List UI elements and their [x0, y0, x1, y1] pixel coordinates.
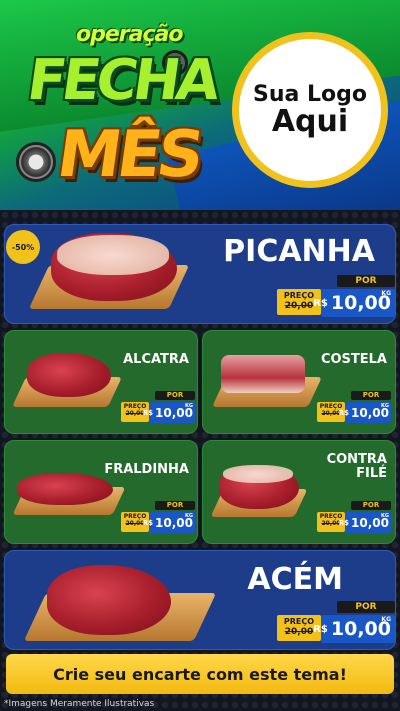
product-card-picanha: PICANHA POR PREÇO 20,00 R$ 10,00 KG — [4, 224, 396, 324]
por-label: POR — [351, 391, 391, 400]
flyer: $ operação FECHA MÊS Sua Logo Aqui PICAN… — [0, 0, 400, 711]
por-label: POR — [337, 601, 395, 613]
price-tag: POR PREÇO 20,00 R$ 10,00 KG — [277, 601, 395, 645]
fat-cap — [223, 465, 293, 483]
product-card-acem: ACÉM POR PREÇO 20,00 R$ 10,00 KG — [4, 550, 396, 650]
price-tag: POR PREÇO 20,00 R$ 10,00 KG — [317, 391, 391, 423]
current-price-box: R$ 10,00 KG — [339, 512, 391, 533]
product-card-costela: COSTELA POR PREÇO 20,00 R$ 10,00 KG — [202, 330, 396, 434]
unit-label: KG — [381, 513, 389, 519]
current-price-box: R$ 10,00 KG — [313, 289, 395, 317]
unit-label: KG — [381, 403, 389, 409]
price-tag: POR PREÇO 20,00 R$ 10,00 KG — [121, 391, 195, 423]
currency: R$ — [142, 518, 154, 527]
current-price-box: R$ 10,00 KG — [143, 402, 195, 423]
product-name: ALCATRA — [123, 352, 189, 367]
product-card-contra-file: CONTRA FILÉ POR PREÇO 20,00 R$ 10,00 KG — [202, 440, 396, 544]
title-small: operação — [76, 22, 183, 47]
unit-label: KG — [185, 513, 193, 519]
price-tag: POR PREÇO 20,00 R$ 10,00 KG — [121, 501, 195, 533]
header-banner: $ operação FECHA MÊS Sua Logo Aqui — [0, 0, 400, 210]
current-price-box: R$ 10,00 KG — [339, 402, 391, 423]
por-label: POR — [337, 275, 395, 287]
acem-meat — [47, 565, 171, 635]
title-main: FECHA — [23, 48, 221, 113]
price-tag: POR PREÇO 20,00 R$ 10,00 KG — [277, 275, 395, 319]
product-name: CONTRA FILÉ — [327, 452, 387, 482]
currency: R$ — [313, 623, 328, 635]
product-name: COSTELA — [320, 352, 387, 367]
product-card-fraldinha: FRALDINHA POR PREÇO 20,00 R$ 10,00 KG — [4, 440, 198, 544]
unit-label: KG — [381, 290, 391, 297]
logo-placeholder: Sua Logo Aqui — [232, 32, 388, 188]
fat-cap — [57, 235, 169, 275]
product-name: FRALDINHA — [104, 462, 189, 477]
cta-banner[interactable]: Crie seu encarte com este tema! — [6, 654, 394, 694]
unit-label: KG — [185, 403, 193, 409]
campaign-title: $ operação FECHA MÊS — [10, 22, 220, 202]
current-price-box: R$ 10,00 KG — [143, 512, 195, 533]
product-card-alcatra: ALCATRA POR PREÇO 20,00 R$ 10,00 KG — [4, 330, 198, 434]
costela-meat — [221, 355, 305, 393]
fraldinha-meat — [17, 473, 113, 505]
currency: R$ — [338, 518, 350, 527]
logo-line2: Aqui — [271, 103, 349, 139]
product-name: PICANHA — [223, 234, 375, 269]
por-label: POR — [155, 391, 195, 400]
title-sub: MÊS — [52, 118, 205, 192]
product-name: ACÉM — [247, 562, 343, 597]
discount-badge: -50% — [6, 230, 40, 264]
logo-line1: Sua Logo — [252, 81, 367, 107]
alcatra-meat — [27, 353, 111, 397]
current-price-box: R$ 10,00 KG — [313, 615, 395, 643]
product-name-line2: FILÉ — [356, 466, 387, 482]
currency: R$ — [142, 408, 154, 417]
currency: R$ — [338, 408, 350, 417]
currency: R$ — [313, 297, 328, 309]
por-label: POR — [351, 501, 391, 510]
price-tag: POR PREÇO 20,00 R$ 10,00 KG — [317, 501, 391, 533]
por-label: POR — [155, 501, 195, 510]
footnote: *Imagens Meramente Ilustrativas — [4, 699, 155, 709]
clock-icon — [16, 142, 56, 182]
unit-label: KG — [381, 616, 391, 623]
